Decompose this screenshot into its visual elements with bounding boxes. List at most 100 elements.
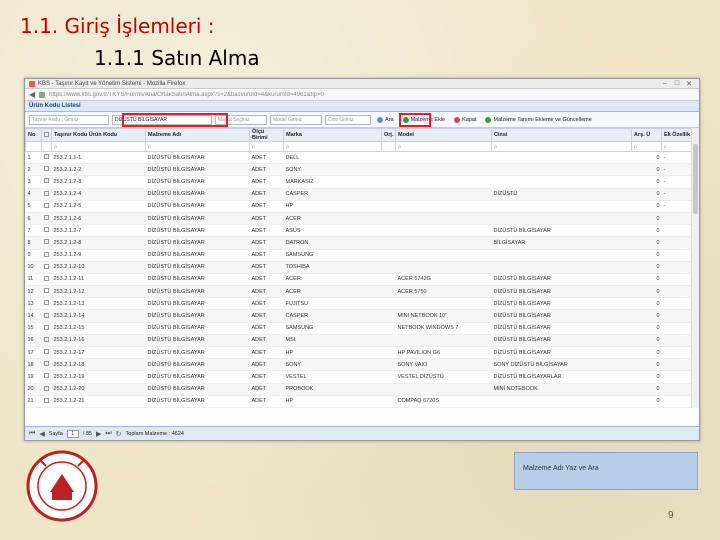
table-row[interactable]: 8 253.2.1.2-8 DİZÜSTÜ BİLGİSAYAR ADET DATRON… (25, 236, 699, 250)
col-malzeme-adi[interactable]: Malzeme Adı (145, 128, 251, 142)
row-checkbox[interactable] (43, 324, 49, 330)
table-row[interactable]: 12 253.2.1.2-12 DİZÜSTÜ BİLGİSAYAR ADET ACER… (25, 285, 699, 299)
olcu-birimi-cell: ADET (249, 358, 284, 372)
row-checkbox[interactable] (43, 166, 49, 172)
filter-cell[interactable]: ρ (145, 141, 251, 152)
vertical-scrollbar[interactable] (691, 128, 699, 408)
table-row[interactable]: 5 253.2.1.2-5 DİZÜSTÜ BİLGİSAYAR ADET HP 0- (25, 200, 699, 213)
ars-cell: 0 (631, 383, 662, 396)
col-tasinir-kodu[interactable]: Taşınır Kodu Ürün Kodu (50, 128, 147, 142)
filter-cell[interactable]: ρ (491, 141, 633, 152)
table-row[interactable]: 21 253.2.1.2-21 DİZÜSTÜ BİLGİSAYAR ADET HP CO… (25, 395, 699, 408)
row-checkbox[interactable] (43, 288, 49, 294)
filter-cell[interactable]: ρ (50, 141, 147, 152)
last-page-icon[interactable]: ⏭ (105, 430, 111, 438)
ars-cell: 0 (631, 175, 662, 189)
cins-input[interactable]: Cins Giriniz (325, 114, 371, 125)
table-row[interactable]: 7 253.2.1.2-7 DİZÜSTÜ BİLGİSAYAR ADET ASUS Dİ… (25, 224, 699, 238)
row-checkbox (41, 249, 52, 262)
url-field[interactable]: https://www.kbs.gov.tr/TKYS/Forms/Ana/Or… (49, 92, 695, 98)
col-olcu-birimi[interactable]: Ölçü Birimi (249, 128, 285, 142)
prev-page-icon[interactable]: ◀ (39, 430, 44, 438)
filter-cell[interactable]: ρ (395, 141, 493, 152)
marka-cell: MARKASIZ (283, 175, 382, 189)
row-checkbox[interactable] (43, 202, 49, 208)
row-checkbox[interactable] (43, 275, 49, 281)
table-row[interactable]: 2 253.2.1.2-2 DİZÜSTÜ BİLGİSAYAR ADET SONY 0- (25, 163, 699, 177)
kapat-button[interactable]: Kapat (451, 114, 479, 125)
table-row[interactable]: 14 253.2.1.2-14 DİZÜSTÜ BİLGİSAYAR ADET CASP… (25, 309, 699, 323)
ara-button[interactable]: Ara (374, 114, 397, 125)
table-row[interactable]: 15 253.2.1.2-15 DİZÜSTÜ BİLGİSAYAR ADET SAMS… (25, 322, 699, 335)
col-cinsi[interactable]: Cinsi (491, 128, 633, 142)
next-page-icon[interactable]: ▶ (96, 430, 101, 438)
minimize-button[interactable]: – (659, 80, 671, 87)
table-row[interactable]: 16 253.2.1.2-16 DİZÜSTÜ BİLGİSAYAR ADET MSI D… (25, 334, 699, 348)
row-checkbox[interactable] (43, 263, 49, 269)
model-cell: MINI NETBOOK 10" (395, 309, 492, 323)
filter-cell[interactable]: ρ (283, 141, 383, 152)
row-checkbox[interactable] (43, 385, 49, 391)
table-row[interactable]: 19 253.2.1.2-19 DİZÜSTÜ BİLGİSAYAR ADET VEST… (25, 370, 699, 384)
ars-cell: 0 (631, 395, 662, 408)
kapat-label: Kapat (462, 116, 477, 123)
olcu-birimi-cell: ADET (249, 224, 284, 238)
filter-cell[interactable]: ρ (249, 141, 285, 152)
back-icon[interactable]: ◀ (29, 90, 35, 99)
ars-cell: 0 (631, 346, 662, 360)
orj-cell (381, 322, 396, 335)
col-marka[interactable]: Marka (283, 128, 383, 142)
select-all-checkbox[interactable] (44, 131, 49, 137)
cinsi-cell: DİZÜSTÜ BİLGİSAYAR (491, 285, 632, 299)
malzeme-tanimi-button[interactable]: Malzeme Tanımı Ekleme ve Güncelleme (482, 114, 594, 125)
row-checkbox[interactable] (43, 349, 49, 355)
row-checkbox[interactable] (43, 312, 49, 318)
row-checkbox[interactable] (43, 178, 49, 184)
cinsi-cell (491, 200, 632, 213)
table-row[interactable]: 11 253.2.1.2-11 DİZÜSTÜ BİLGİSAYAR ADET ACER… (25, 273, 699, 287)
refresh-icon[interactable]: ↻ (116, 430, 122, 438)
row-number: 9 (25, 249, 42, 262)
table-row[interactable]: 20 253.2.1.2-20 DİZÜSTÜ BİLGİSAYAR ADET PROB… (25, 383, 699, 396)
row-checkbox[interactable] (43, 239, 49, 245)
scrollbar-thumb[interactable] (693, 144, 698, 214)
col-orj[interactable]: Orj. (381, 128, 397, 142)
col-check[interactable] (41, 128, 52, 142)
table-row[interactable]: 9 253.2.1.2-9 DİZÜSTÜ BİLGİSAYAR ADET SAMSUN… (25, 249, 699, 262)
tasinir-kodu-input[interactable]: Taşınır Kodu : Giriniz (29, 114, 109, 125)
row-checkbox[interactable] (43, 361, 49, 367)
maximize-button[interactable]: □ (671, 80, 683, 87)
row-checkbox[interactable] (43, 336, 49, 342)
col-ars[interactable]: Arş. Ü (631, 128, 663, 142)
row-number: 7 (25, 224, 42, 238)
row-checkbox[interactable] (43, 373, 49, 379)
row-checkbox (41, 297, 52, 311)
row-checkbox[interactable] (43, 300, 49, 306)
ars-cell: 0 (631, 212, 662, 226)
filter-cell[interactable]: ρ (631, 141, 663, 152)
table-row[interactable]: 18 253.2.1.2-18 DİZÜSTÜ BİLGİSAYAR ADET SONY… (25, 358, 699, 372)
model-cell (395, 236, 492, 250)
row-checkbox[interactable] (43, 251, 49, 257)
table-row[interactable]: 13 253.2.1.2-13 DİZÜSTÜ BİLGİSAYAR ADET FUJI… (25, 297, 699, 311)
row-checkbox[interactable] (43, 190, 49, 196)
col-model[interactable]: Model (395, 128, 493, 142)
model-input[interactable]: Model Giriniz (270, 114, 322, 125)
table-row[interactable]: 3 253.2.1.2-3 DİZÜSTÜ BİLGİSAYAR ADET MARKAS… (25, 175, 699, 189)
orj-cell (381, 273, 396, 287)
table-row[interactable]: 4 253.2.1.2-4 DİZÜSTÜ BİLGİSAYAR ADET CASPER… (25, 188, 699, 201)
table-row[interactable]: 17 253.2.1.2-17 DİZÜSTÜ BİLGİSAYAR ADET HP HP… (25, 346, 699, 360)
table-row[interactable]: 6 253.2.1.2-6 DİZÜSTÜ BİLGİSAYAR ADET ACER 0 (25, 212, 699, 226)
table-row[interactable]: 10 253.2.1.2-10 DİZÜSTÜ BİLGİSAYAR ADET TOSH… (25, 261, 699, 274)
close-button[interactable]: ✕ (683, 80, 695, 88)
row-checkbox[interactable] (43, 154, 49, 160)
olcu-birimi-cell: ADET (249, 175, 284, 189)
row-checkbox[interactable] (43, 397, 49, 403)
row-checkbox[interactable] (43, 227, 49, 233)
row-checkbox[interactable] (43, 215, 49, 221)
table-row[interactable]: 1 253.2.1.1-1 DİZÜSTÜ BİLGİSAYAR ADET DELL 0- (25, 151, 699, 165)
col-no[interactable]: No (25, 128, 42, 142)
olcu-birimi-cell: ADET (249, 261, 284, 274)
first-page-icon[interactable]: ⏮ (29, 430, 35, 438)
page-input[interactable]: 1 (66, 429, 79, 438)
